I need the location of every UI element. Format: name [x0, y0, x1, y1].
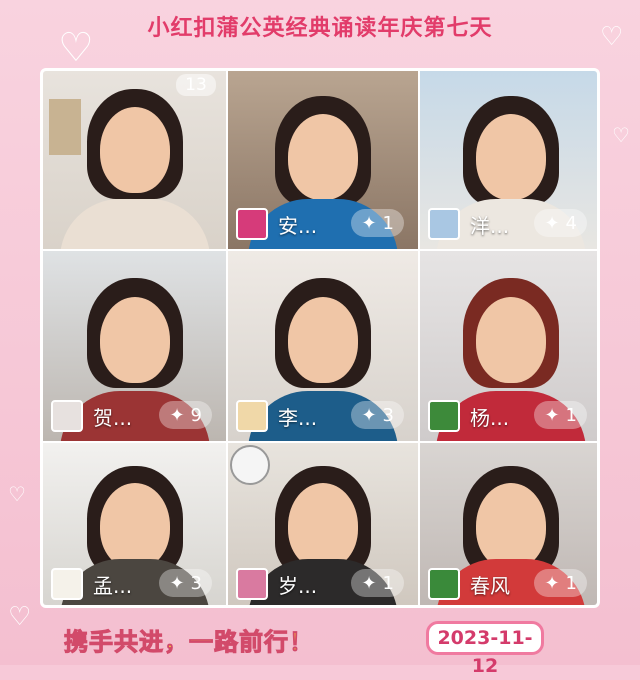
participant-label: 春风: [428, 568, 510, 600]
sparkle-icon: ✦: [169, 404, 185, 426]
participant-face: [475, 113, 546, 200]
wall-poster: [49, 99, 81, 155]
badge-count: 1: [565, 404, 577, 426]
sparkle-badge: ✦ 9: [159, 401, 212, 429]
avatar: [428, 400, 460, 432]
participant-face: [288, 113, 358, 200]
participant-body: [59, 199, 210, 249]
participant-label: 贺...: [51, 400, 133, 432]
video-tile[interactable]: 杨... ✦ 1: [420, 251, 597, 441]
sparkle-badge: ✦ 3: [351, 401, 404, 429]
participant-face: [475, 482, 546, 569]
sparkle-icon: ✦: [169, 572, 185, 594]
sparkle-icon: ✦: [361, 212, 377, 234]
date-label: 2023-11-12: [426, 621, 544, 677]
clock-icon: [230, 445, 270, 485]
participant-name: 孟...: [93, 573, 133, 598]
video-tile[interactable]: 岁... ✦ 1: [228, 443, 418, 605]
badge-count: 1: [382, 212, 394, 234]
badge-count: 3: [382, 404, 394, 426]
avatar: [236, 208, 268, 240]
sparkle-icon: ✦: [544, 572, 560, 594]
page-title: 小红扣蒲公英经典诵读年庆第七天: [147, 16, 493, 41]
participant-face: [288, 296, 358, 383]
heart-icon: ♡: [600, 22, 624, 52]
participant-count-badge: 13: [176, 74, 216, 96]
participant-label: 安...: [236, 208, 318, 240]
participant-name: 杨...: [470, 405, 510, 430]
participant-label: 杨...: [428, 400, 510, 432]
participant-face: [99, 296, 170, 383]
participant-name: 安...: [278, 213, 318, 238]
badge-count: 1: [565, 572, 577, 594]
participant-name: 李...: [278, 405, 318, 430]
video-tile[interactable]: 13: [43, 71, 226, 249]
participant-face: [99, 106, 170, 193]
sparkle-icon: ✦: [361, 572, 377, 594]
avatar: [236, 568, 268, 600]
sparkle-badge: ✦ 1: [351, 209, 404, 237]
sparkle-badge: ✦ 1: [534, 569, 587, 597]
avatar: [236, 400, 268, 432]
badge-count: 1: [382, 572, 394, 594]
participant-face: [475, 296, 546, 383]
participant-label: 岁...: [236, 568, 318, 600]
participant-label: 孟...: [51, 568, 133, 600]
sparkle-badge: ✦ 1: [534, 401, 587, 429]
participant-face: [288, 482, 358, 569]
badge-count: 9: [190, 404, 202, 426]
participant-name: 春风: [470, 573, 510, 598]
participant-name: 岁...: [278, 573, 318, 598]
video-tile[interactable]: 李... ✦ 3: [228, 251, 418, 441]
sparkle-badge: ✦ 3: [159, 569, 212, 597]
sparkle-icon: ✦: [544, 212, 560, 234]
participant-label: 洋...: [428, 208, 510, 240]
video-tile[interactable]: 春风 ✦ 1: [420, 443, 597, 605]
participant-name: 贺...: [93, 405, 133, 430]
participant-face: [99, 482, 170, 569]
sparkle-icon: ✦: [361, 404, 377, 426]
badge-count: 4: [565, 212, 577, 234]
video-tile[interactable]: 安... ✦ 1: [228, 71, 418, 249]
video-tile[interactable]: 孟... ✦ 3: [43, 443, 226, 605]
avatar: [51, 568, 83, 600]
video-tile[interactable]: 洋... ✦ 4: [420, 71, 597, 249]
heart-icon: ♡: [8, 482, 26, 506]
heart-icon: ♡: [58, 25, 94, 71]
sparkle-icon: ✦: [544, 404, 560, 426]
avatar: [51, 400, 83, 432]
video-grid: 13 安... ✦ 1 洋... ✦ 4 贺... ✦ 9 李... ✦ 3 杨…: [40, 68, 600, 608]
sparkle-badge: ✦ 1: [351, 569, 404, 597]
badge-count: 3: [190, 572, 202, 594]
sparkle-badge: ✦ 4: [534, 209, 587, 237]
slogan-banner: 携手共进，一路前行！: [64, 628, 314, 657]
participant-label: 李...: [236, 400, 318, 432]
heart-icon: ♡: [612, 123, 630, 147]
video-tile[interactable]: 贺... ✦ 9: [43, 251, 226, 441]
avatar: [428, 208, 460, 240]
heart-icon: ♡: [8, 602, 32, 632]
avatar: [428, 568, 460, 600]
participant-name: 洋...: [470, 213, 510, 238]
